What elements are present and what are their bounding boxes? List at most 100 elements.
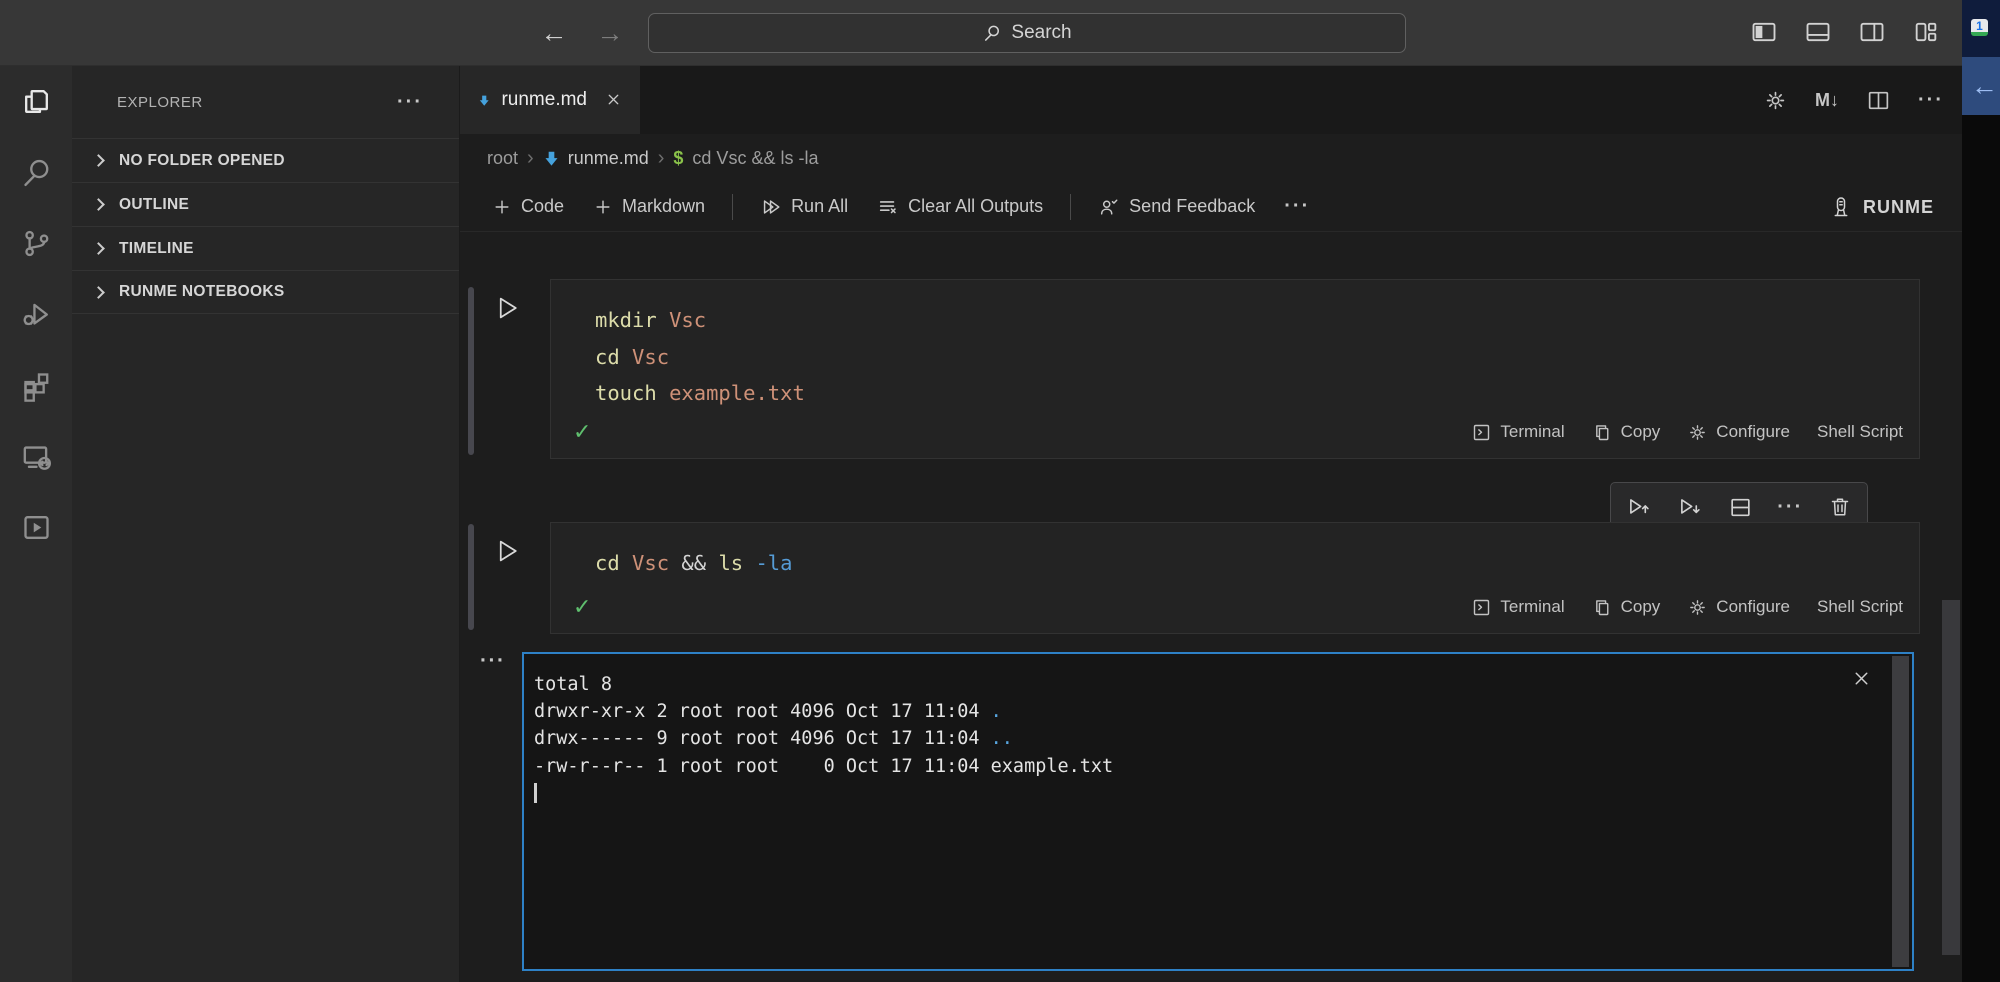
cell-2-status-bar: ✓ Terminal Copy Configure Shell Script: [551, 587, 1919, 627]
background-window-body: [1962, 115, 2000, 982]
panel-left-icon: [1750, 18, 1778, 46]
debug-icon: [20, 298, 53, 331]
activity-item-run-panel[interactable]: [0, 492, 72, 563]
background-window[interactable]: 1 ←: [1962, 0, 2000, 982]
execute-above-icon: [1626, 494, 1652, 520]
section-label: OUTLINE: [119, 196, 189, 214]
activity-item-run-and-debug[interactable]: [0, 279, 72, 350]
editor-scrollbar[interactable]: [1942, 600, 1960, 955]
clear-all-outputs-button[interactable]: Clear All Outputs: [869, 196, 1051, 218]
breadcrumb-file[interactable]: runme.md: [543, 148, 649, 169]
chevron-right-icon: [92, 154, 105, 167]
cell-1-code[interactable]: mkdir Vsccd Vsctouch example.txt: [551, 280, 1919, 412]
split-cell-button[interactable]: [1728, 495, 1753, 520]
cell-language-label[interactable]: Shell Script: [1817, 597, 1903, 617]
cell-language-label[interactable]: Shell Script: [1817, 422, 1903, 442]
breadcrumb-command[interactable]: cd Vsc && ls -la: [692, 148, 818, 169]
activity-item-source-control[interactable]: [0, 208, 72, 279]
output-more-button[interactable]: ···: [480, 649, 505, 673]
cell-focus-bar[interactable]: [468, 524, 474, 630]
cell-status-actions: Terminal Copy Configure Shell Script: [1471, 597, 1903, 618]
sidebar-more-button[interactable]: ···: [397, 91, 423, 114]
add-code-cell-button[interactable]: Code: [484, 196, 572, 217]
toggle-secondary-sidebar-button[interactable]: [1858, 18, 1886, 46]
toggle-panel-button[interactable]: [1804, 18, 1832, 46]
navigate-forward-button[interactable]: →: [592, 15, 628, 51]
add-markdown-cell-button[interactable]: Markdown: [585, 196, 713, 217]
terminal-output-content[interactable]: total 8drwxr-xr-x 2 root root 4096 Oct 1…: [524, 654, 1912, 808]
toolbar-more-button[interactable]: ···: [1276, 195, 1318, 218]
output-line: -rw-r--r-- 1 root root 0 Oct 17 11:04 ex…: [534, 753, 1898, 780]
breadcrumb-root[interactable]: root: [487, 148, 518, 169]
execute-above-button[interactable]: [1626, 494, 1652, 520]
sidebar-section-runme-notebooks[interactable]: RUNME NOTEBOOKS: [72, 270, 459, 314]
breadcrumb-separator: ›: [658, 147, 665, 170]
open-terminal-button[interactable]: Terminal: [1471, 422, 1564, 443]
notebook-settings-button[interactable]: [1763, 88, 1788, 113]
send-feedback-button[interactable]: Send Feedback: [1090, 196, 1263, 218]
explorer-sidebar: EXPLORER ··· NO FOLDER OPENED OUTLINE TI…: [72, 66, 460, 982]
navigate-back-button[interactable]: ←: [536, 15, 572, 51]
tab-close-button[interactable]: [605, 91, 622, 109]
layout-grid-icon: [1912, 18, 1940, 46]
code-cell-1[interactable]: mkdir Vsccd Vsctouch example.txt ✓ Termi…: [550, 279, 1920, 459]
execute-below-button[interactable]: [1677, 494, 1703, 520]
remote-explorer-icon: [20, 440, 53, 473]
breadcrumb-prompt-symbol: $: [673, 148, 683, 169]
cell-2-code[interactable]: cd Vsc && ls -la: [551, 523, 1919, 582]
cell-status-actions: Terminal Copy Configure Shell Script: [1471, 422, 1903, 443]
cell-more-button[interactable]: ···: [1777, 496, 1803, 519]
files-icon: [20, 85, 53, 118]
output-close-button[interactable]: [1850, 668, 1872, 690]
clear-outputs-icon: [877, 196, 899, 218]
runme-brand: RUNME: [1829, 182, 1934, 232]
command-center-search-box[interactable]: Search: [648, 13, 1406, 53]
delete-cell-button[interactable]: [1828, 495, 1852, 519]
copy-icon: [1592, 597, 1613, 618]
run-cell-button[interactable]: [489, 291, 525, 327]
runme-file-icon: [478, 92, 490, 109]
vscode-window: ← → Search 1 ← EXPLORE: [0, 0, 2000, 982]
configure-button[interactable]: Configure: [1687, 422, 1790, 443]
activity-item-search[interactable]: [0, 137, 72, 208]
sidebar-section-no-folder-opened[interactable]: NO FOLDER OPENED: [72, 138, 459, 182]
panel-right-icon: [1858, 18, 1886, 46]
run-all-button[interactable]: Run All: [752, 196, 856, 218]
terminal-output-box[interactable]: total 8drwxr-xr-x 2 root root 4096 Oct 1…: [522, 652, 1914, 971]
configure-button[interactable]: Configure: [1687, 597, 1790, 618]
copy-button[interactable]: Copy: [1592, 597, 1661, 618]
cell-1-status-bar: ✓ Terminal Copy Configure Shell Script: [551, 412, 1919, 452]
copy-button[interactable]: Copy: [1592, 422, 1661, 443]
open-terminal-button[interactable]: Terminal: [1471, 597, 1564, 618]
section-label: TIMELINE: [119, 240, 194, 258]
more-actions-button[interactable]: ···: [1918, 89, 1944, 112]
git-branch-icon: [20, 227, 53, 260]
tab-runme-md[interactable]: runme.md: [460, 66, 640, 134]
play-icon: [492, 293, 522, 323]
code-line: touch example.txt: [595, 375, 1919, 412]
directory-name: .: [991, 701, 1002, 722]
output-scrollbar[interactable]: [1892, 656, 1909, 967]
background-back-icon: ←: [1962, 71, 1998, 102]
terminal-icon: [1471, 422, 1492, 443]
sidebar-section-timeline[interactable]: TIMELINE: [72, 226, 459, 270]
activity-item-remote-explorer[interactable]: [0, 421, 72, 492]
directory-name: ..: [991, 728, 1013, 749]
sidebar-section-outline[interactable]: OUTLINE: [72, 182, 459, 226]
customize-layout-button[interactable]: [1912, 18, 1940, 46]
activity-item-explorer[interactable]: [0, 66, 72, 137]
back-icon: ←: [541, 18, 568, 49]
code-cell-2[interactable]: cd Vsc && ls -la ✓ Terminal Copy Configu…: [550, 522, 1920, 634]
split-editor-button[interactable]: [1866, 88, 1891, 113]
run-cell-button[interactable]: [489, 534, 525, 570]
cell-focus-bar[interactable]: [468, 287, 474, 455]
open-markdown-preview-button[interactable]: M↓: [1815, 90, 1839, 111]
forward-icon: →: [597, 18, 624, 49]
notebook-toolbar: Code Markdown Run All Clear All Outputs …: [460, 182, 1962, 232]
activity-item-extensions[interactable]: [0, 350, 72, 421]
runme-file-icon: [543, 150, 560, 167]
section-label: NO FOLDER OPENED: [119, 152, 285, 170]
toggle-primary-sidebar-button[interactable]: [1750, 18, 1778, 46]
plus-icon: [492, 197, 512, 217]
terminal-cursor: [534, 783, 537, 803]
